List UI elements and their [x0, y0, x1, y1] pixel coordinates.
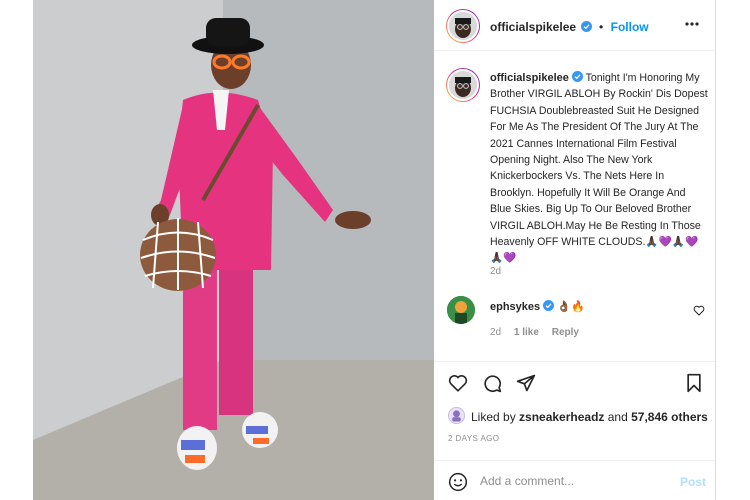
likes-prefix: Liked by: [471, 410, 520, 424]
comment-input[interactable]: [480, 474, 660, 488]
separator-dot: •: [598, 20, 604, 34]
likes-summary: Liked by zsneakerheadz and 57,846 others: [471, 410, 708, 424]
caption-body: Tonight I'm Honoring My Brother VIRGIL A…: [490, 72, 708, 249]
comment-age: 2d: [490, 327, 502, 338]
commenter-avatar[interactable]: [447, 296, 475, 324]
avatar[interactable]: [447, 10, 479, 42]
post-details-panel: officialspikelee • Follow officialspikel…: [434, 0, 716, 500]
photo-illustration: [33, 0, 434, 500]
save-bookmark-icon[interactable]: [685, 373, 703, 393]
share-paper-plane-icon[interactable]: [516, 373, 536, 393]
commenter-username[interactable]: ephsykes: [490, 301, 540, 313]
commenter-verified-badge-icon: [543, 300, 555, 311]
comment-likes[interactable]: 1 like: [514, 327, 539, 338]
commenter-avatar-image: [447, 296, 475, 324]
likes-count[interactable]: 57,846 others: [631, 410, 708, 424]
comment-bar: Post: [434, 460, 715, 500]
post-button[interactable]: Post: [680, 475, 706, 489]
emoji-smiley-icon[interactable]: [448, 472, 468, 492]
ellipsis-icon[interactable]: [685, 22, 699, 26]
instagram-post: officialspikelee • Follow officialspikel…: [0, 0, 750, 500]
header-username[interactable]: officialspikelee: [490, 20, 576, 34]
like-heart-icon[interactable]: [448, 374, 468, 392]
likes-middle: and: [604, 410, 632, 424]
likes-user[interactable]: zsneakerheadz: [519, 410, 604, 424]
reply-button[interactable]: Reply: [552, 327, 579, 338]
verified-badge-icon: [580, 21, 592, 32]
caption-verified-badge-icon: [571, 71, 583, 82]
caption-avatar[interactable]: [447, 69, 479, 101]
liker-avatar[interactable]: [448, 407, 465, 424]
comment-bubble-icon[interactable]: [482, 373, 502, 393]
caption-text: officialspikelee Tonight I'm Honoring My…: [490, 70, 708, 267]
comment-text: 👌🏾🔥: [557, 301, 585, 313]
caption-avatar-image: [449, 71, 477, 99]
follow-button[interactable]: Follow: [611, 20, 649, 34]
post-photo[interactable]: [33, 0, 434, 500]
comment-like-heart-icon[interactable]: [693, 305, 705, 316]
post-timestamp[interactable]: 2 DAYS AGO: [448, 434, 499, 443]
divider: [434, 361, 715, 362]
post-header: officialspikelee • Follow: [434, 0, 715, 51]
caption-age: 2d: [490, 266, 502, 277]
caption-username[interactable]: officialspikelee: [490, 72, 569, 84]
avatar-image: [449, 12, 477, 40]
